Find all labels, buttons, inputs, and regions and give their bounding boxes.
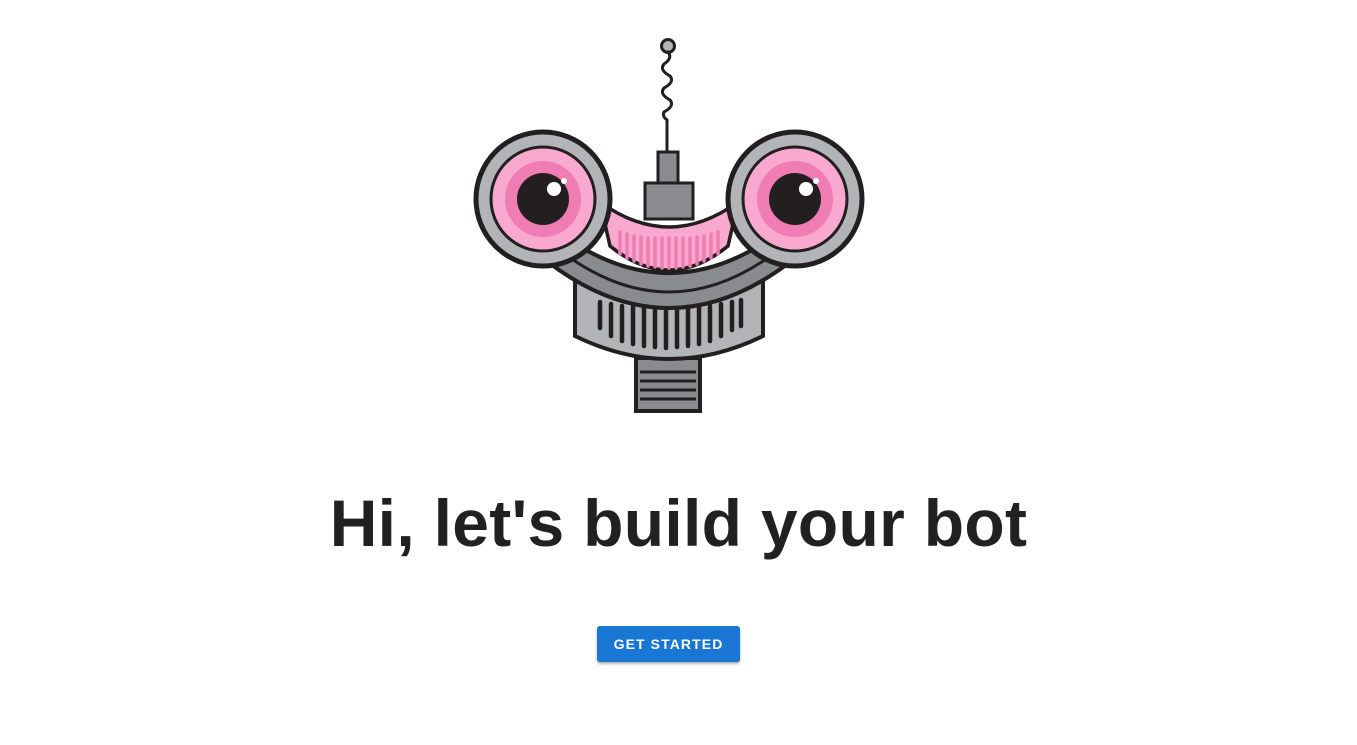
robot-left-eye — [473, 129, 613, 269]
robot-neck — [634, 356, 702, 413]
robot-head-icon — [473, 38, 865, 413]
welcome-page: Hi, let's build your bot GET STARTED — [0, 0, 1357, 745]
get-started-button[interactable]: GET STARTED — [597, 626, 740, 662]
antenna — [643, 38, 695, 221]
page-headline: Hi, let's build your bot — [329, 486, 1028, 560]
robot-right-eye — [725, 129, 865, 269]
